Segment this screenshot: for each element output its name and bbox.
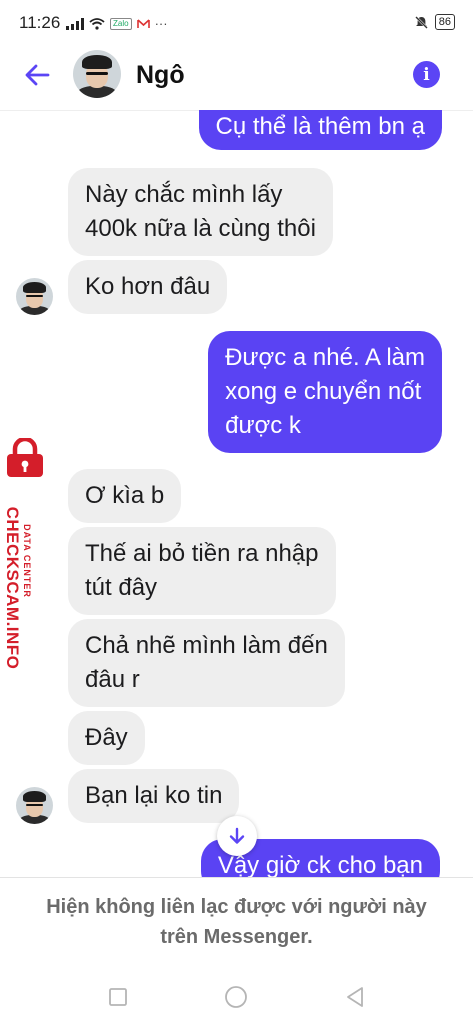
status-icons: Zalo ···: [66, 16, 168, 31]
status-bar: 11:26 Zalo ··· 86: [0, 0, 473, 42]
checkscam-watermark: CHECKSCAM.INFO DATA CENTER: [0, 438, 56, 669]
message-incoming[interactable]: Ko hơn đâu: [68, 260, 228, 314]
signal-icon: [66, 17, 84, 30]
battery-icon: 86: [434, 14, 455, 30]
info-icon[interactable]: i: [413, 61, 440, 88]
arrow-left-icon: [25, 64, 50, 86]
watermark-tagline: DATA CENTER: [22, 524, 32, 598]
recent-apps-button[interactable]: [103, 982, 133, 1012]
sender-avatar[interactable]: [16, 278, 53, 315]
triangle-back-icon: [347, 987, 363, 1007]
back-button[interactable]: [20, 60, 54, 90]
message-incoming[interactable]: Thế ai bỏ tiền ra nhập tút đây: [68, 527, 336, 615]
scroll-to-bottom-button[interactable]: [217, 816, 257, 856]
message-list[interactable]: Cụ thể là thêm bn ạ Này chắc mình lấy 40…: [0, 110, 473, 877]
contact-avatar[interactable]: [73, 50, 121, 98]
status-time: 11:26: [19, 13, 61, 32]
unavailable-notice-text: Hiện không liên lạc được với người này t…: [46, 896, 427, 948]
contact-name[interactable]: Ngô: [136, 61, 185, 90]
gmail-icon: [136, 18, 150, 28]
message-incoming[interactable]: Bạn lại ko tin: [68, 769, 240, 823]
watermark-brand: CHECKSCAM.INFO: [3, 506, 22, 670]
square-icon: [109, 988, 127, 1006]
system-nav-bar: [0, 972, 473, 1024]
message-outgoing[interactable]: Cụ thể là thêm bn ạ: [198, 110, 442, 150]
message-incoming[interactable]: Chả nhẽ mình làm đến đâu r: [68, 619, 345, 707]
arrow-down-icon: [229, 827, 245, 844]
padlock-icon: [7, 438, 43, 477]
sender-avatar[interactable]: [16, 787, 53, 824]
more-notifications-icon: ···: [154, 16, 168, 31]
back-nav-button[interactable]: [340, 982, 370, 1012]
wifi-icon: [89, 17, 105, 30]
message-incoming[interactable]: Này chắc mình lấy 400k nữa là cùng thôi: [68, 168, 333, 256]
unavailable-notice: Hiện không liên lạc được với người này t…: [0, 877, 473, 973]
message-incoming[interactable]: Ơ kìa b: [68, 469, 182, 523]
app-notification-icon: Zalo: [110, 17, 132, 30]
circle-icon: [225, 986, 247, 1008]
message-incoming[interactable]: Đây: [68, 711, 145, 765]
message-outgoing[interactable]: Được a nhé. A làm xong e chuyển nốt được…: [208, 331, 442, 453]
home-button[interactable]: [221, 982, 251, 1012]
status-right: 86: [414, 14, 455, 30]
mute-icon: [414, 15, 428, 29]
conversation-header: Ngô i: [0, 42, 473, 111]
